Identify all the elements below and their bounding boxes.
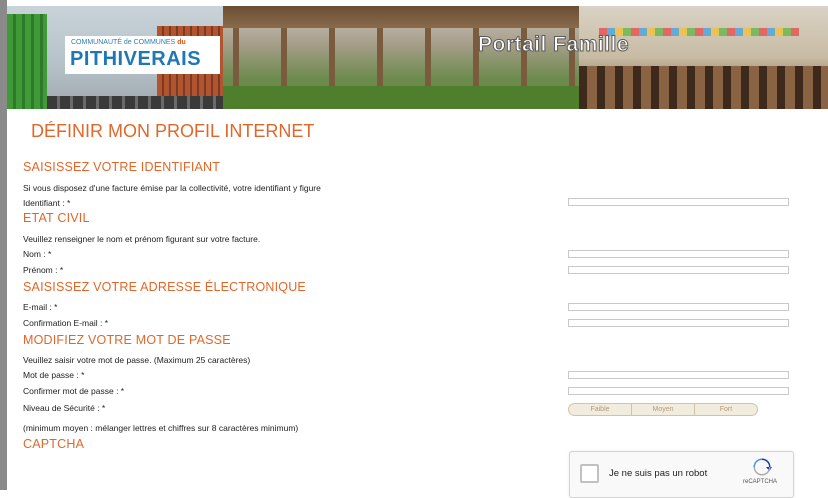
portal-title: Portail Famille <box>477 33 630 57</box>
recaptcha-brand: reCAPTCHA <box>743 479 778 485</box>
prenom-label: Prénom : * <box>23 265 64 275</box>
prenom-input[interactable] <box>568 266 789 274</box>
identifiant-input[interactable] <box>568 198 789 206</box>
confirm-email-input[interactable] <box>568 319 789 327</box>
email-input[interactable] <box>568 303 789 311</box>
recaptcha-label: Je ne suis pas un robot <box>609 468 708 479</box>
banner-photo-building: COMMUNAUTÉ de COMMUNES du PITHIVERAIS <box>7 6 223 109</box>
banner-photo-interior <box>579 6 828 109</box>
banner-photo-courtyard <box>223 6 579 109</box>
header-banner: COMMUNAUTÉ de COMMUNES du PITHIVERAIS <box>7 6 828 109</box>
section-heading-identifiant: SAISISSEZ VOTRE IDENTIFIANT <box>23 160 221 174</box>
strength-strong: Fort <box>719 406 733 413</box>
password-strength-meter: Faible Moyen Fort <box>568 403 758 416</box>
security-level-label: Niveau de Sécurité : * <box>23 403 106 413</box>
strength-medium: Moyen <box>632 404 695 415</box>
nom-label: Nom : * <box>23 249 52 259</box>
password-hint: (minimum moyen : mélanger lettres et chi… <box>23 423 299 433</box>
identifiant-info: Si vous disposez d'une facture émise par… <box>23 183 321 193</box>
password-input[interactable] <box>568 371 789 379</box>
section-heading-email: SAISISSEZ VOTRE ADRESSE ÉLECTRONIQUE <box>23 280 306 294</box>
recaptcha-checkbox[interactable] <box>580 464 599 483</box>
confirm-email-label: Confirmation E-mail : * <box>23 318 109 328</box>
logo-name: PITHIVERAIS <box>70 48 202 70</box>
password-label: Mot de passe : * <box>23 370 85 380</box>
confirm-password-label: Confirmer mot de passe : * <box>23 386 125 396</box>
identifiant-label: Identifiant : * <box>23 198 71 208</box>
organization-logo[interactable]: COMMUNAUTÉ de COMMUNES du PITHIVERAIS <box>65 36 220 74</box>
left-border <box>0 0 7 490</box>
password-info: Veuillez saisir votre mot de passe. (Max… <box>23 355 251 365</box>
email-label: E-mail : * <box>23 302 58 312</box>
strength-weak: Faible <box>569 404 632 415</box>
nom-input[interactable] <box>568 250 789 258</box>
etat-civil-info: Veuillez renseigner le nom et prénom fig… <box>23 234 261 244</box>
confirm-password-input[interactable] <box>568 387 789 395</box>
section-heading-captcha: CAPTCHA <box>23 437 85 451</box>
section-heading-etat-civil: ETAT CIVIL <box>23 211 90 225</box>
section-heading-password: MODIFIEZ VOTRE MOT DE PASSE <box>23 333 231 347</box>
recaptcha-widget: Je ne suis pas un robot reCAPTCHA <box>569 451 794 498</box>
recaptcha-icon <box>753 458 772 476</box>
page-title: DÉFINIR MON PROFIL INTERNET <box>31 121 315 141</box>
